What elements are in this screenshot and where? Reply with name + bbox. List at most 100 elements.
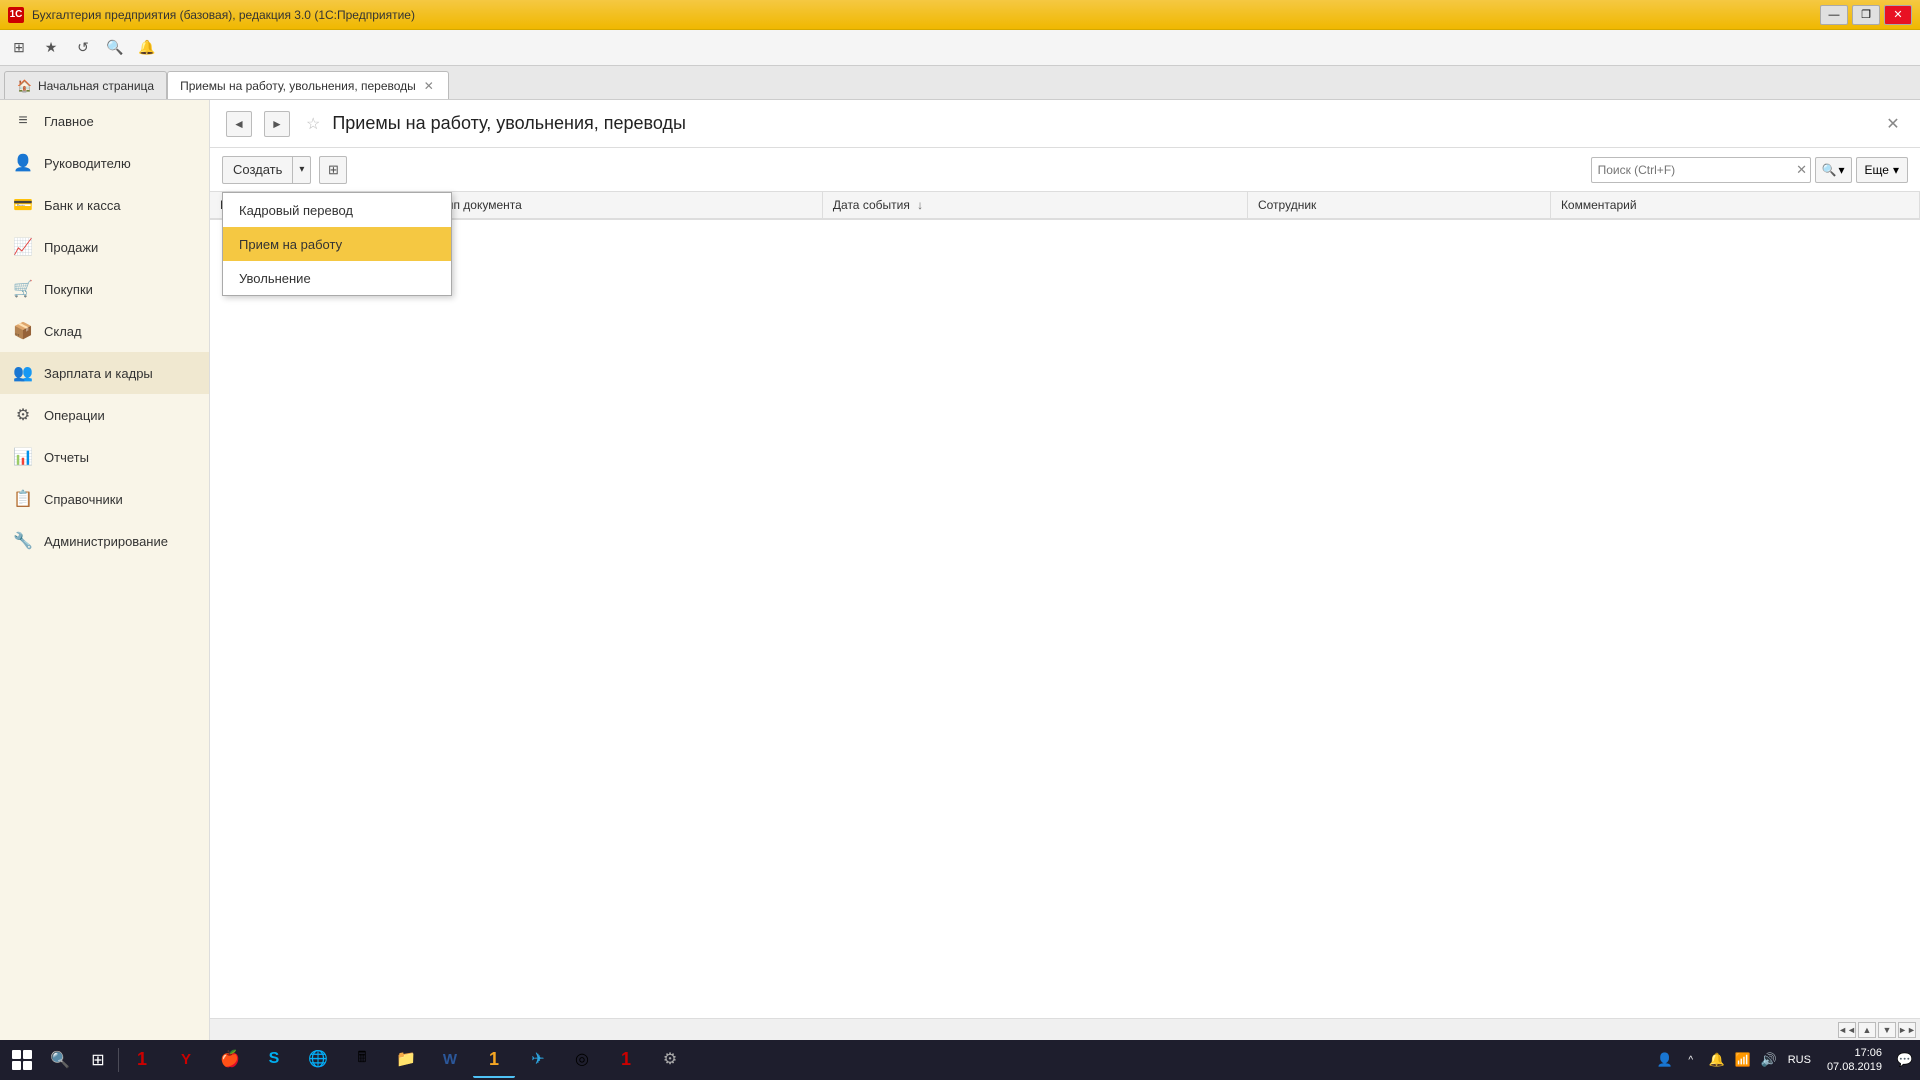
favorite-star[interactable]: ☆ [306, 114, 320, 134]
language-button[interactable]: RUS [1784, 1052, 1815, 1068]
sidebar-item-pokupki[interactable]: 🛒 Покупки [0, 268, 209, 310]
back-button[interactable]: ◄ [226, 111, 252, 137]
app-icon-yandex: Y [181, 1051, 191, 1068]
taskbar-app-1c-orange[interactable]: 1 [473, 1042, 515, 1078]
reports-icon: 📊 [12, 446, 34, 468]
sidebar-label-zarplata: Зарплата и кадры [44, 366, 153, 381]
sidebar-label-pokupki: Покупки [44, 282, 93, 297]
task-view-button[interactable]: ⊞ [80, 1042, 116, 1078]
tray-bell-icon[interactable]: 🔔 [1706, 1049, 1728, 1071]
notification-button[interactable]: 💬 [1894, 1049, 1916, 1071]
app-icon-telegram: ✈ [531, 1049, 544, 1069]
clock[interactable]: 17:06 07.08.2019 [1819, 1046, 1890, 1075]
clock-time: 17:06 [1827, 1046, 1882, 1060]
bell-button[interactable]: 🔔 [132, 34, 162, 62]
tab-close-button[interactable]: ✕ [422, 79, 436, 93]
taskbar-app-browser[interactable]: 🌐 [297, 1042, 339, 1078]
tab-docs[interactable]: Приемы на работу, увольнения, переводы ✕ [167, 71, 449, 99]
search-clear-button[interactable]: ✕ [1793, 161, 1811, 179]
tab-home[interactable]: 🏠 Начальная страница [4, 71, 167, 99]
sidebar-item-administrirovanie[interactable]: 🔧 Администрирование [0, 520, 209, 562]
close-page-button[interactable]: ✕ [1882, 113, 1904, 135]
sidebar-item-otchety[interactable]: 📊 Отчеты [0, 436, 209, 478]
sidebar-item-rukovoditelyu[interactable]: 👤 Руководителю [0, 142, 209, 184]
scroll-last-button[interactable]: ►► [1898, 1022, 1916, 1038]
dropdown-item-kadroviy-perevod[interactable]: Кадровый перевод [223, 193, 451, 227]
app-icon-skype: S [269, 1050, 280, 1068]
create-button-main[interactable]: Создать [223, 157, 293, 183]
taskbar: 🔍 ⊞ 1 Y 🍎 S 🌐 🖩 📁 W 1 ✈ ◎ 1 ⚙ 👤 ^ 🔔 [0, 1040, 1920, 1080]
taskbar-app-settings[interactable]: ⚙ [649, 1042, 691, 1078]
scroll-first-button[interactable]: ◄◄ [1838, 1022, 1856, 1038]
search-button[interactable]: 🔍 [100, 34, 130, 62]
taskbar-app-calc[interactable]: 🖩 [341, 1042, 383, 1078]
apps-grid-button[interactable]: ⊞ [4, 34, 34, 62]
minimize-button[interactable]: — [1820, 5, 1848, 25]
taskbar-app-skype[interactable]: S [253, 1042, 295, 1078]
title-bar-controls: — ❐ ✕ [1820, 5, 1912, 25]
search-area: ✕ 🔍 ▾ Еще ▾ [1591, 157, 1908, 183]
sidebar-item-zarplata[interactable]: 👥 Зарплата и кадры [0, 352, 209, 394]
taskbar-app-files[interactable]: 📁 [385, 1042, 427, 1078]
forward-button[interactable]: ► [264, 111, 290, 137]
taskbar-app-apple[interactable]: 🍎 [209, 1042, 251, 1078]
search-go-icon: 🔍 [1822, 163, 1837, 177]
sidebar-label-glavnoe: Главное [44, 114, 94, 129]
scroll-controls: ◄◄ ▲ ▼ ►► [210, 1018, 1920, 1040]
col-kommentariy: Комментарий [1550, 192, 1919, 219]
sidebar-item-sklad[interactable]: 📦 Склад [0, 310, 209, 352]
scroll-next-button[interactable]: ▼ [1878, 1022, 1896, 1038]
sidebar-item-bank[interactable]: 💳 Банк и касса [0, 184, 209, 226]
page-title: Приемы на работу, увольнения, переводы [332, 113, 1870, 134]
scroll-prev-button[interactable]: ▲ [1858, 1022, 1876, 1038]
tray-volume-icon[interactable]: 🔊 [1758, 1049, 1780, 1071]
sidebar-item-glavnoe[interactable]: ≡ Главное [0, 100, 209, 142]
taskbar-app-1c-alt[interactable]: 1 [605, 1042, 647, 1078]
create-dropdown-menu: Кадровый перевод Прием на работу Увольне… [222, 192, 452, 296]
taskbar-app-chrome[interactable]: ◎ [561, 1042, 603, 1078]
search-taskbar-button[interactable]: 🔍 [42, 1042, 78, 1078]
more-button[interactable]: Еще ▾ [1856, 157, 1908, 183]
col-sotrudnik: Сотрудник [1247, 192, 1550, 219]
history-button[interactable]: ↺ [68, 34, 98, 62]
dropdown-item-priem-na-rabotu[interactable]: Прием на работу [223, 227, 451, 261]
sidebar-label-sklad: Склад [44, 324, 82, 339]
start-button[interactable] [4, 1042, 40, 1078]
tray-chevron-icon[interactable]: ^ [1680, 1049, 1702, 1071]
app-icon: 1C [8, 7, 24, 23]
create-button[interactable]: Создать ▾ [222, 156, 311, 184]
sidebar-item-operacii[interactable]: ⚙ Операции [0, 394, 209, 436]
sales-icon: 📈 [12, 236, 34, 258]
close-button[interactable]: ✕ [1884, 5, 1912, 25]
taskbar-app-1c-red[interactable]: 1 [121, 1042, 163, 1078]
app-icon-browser: 🌐 [308, 1049, 328, 1069]
dropdown-item-uvolnenie[interactable]: Увольнение [223, 261, 451, 295]
favorites-button[interactable]: ★ [36, 34, 66, 62]
operations-icon: ⚙ [12, 404, 34, 426]
taskbar-app-telegram[interactable]: ✈ [517, 1042, 559, 1078]
tab-bar: 🏠 Начальная страница Приемы на работу, у… [0, 66, 1920, 100]
sidebar-label-administrirovanie: Администрирование [44, 534, 168, 549]
col-data-sobytia[interactable]: Дата события ↓ [822, 192, 1247, 219]
app-icon-files: 📁 [396, 1049, 416, 1069]
tray-network-icon[interactable]: 📶 [1732, 1049, 1754, 1071]
taskbar-app-word[interactable]: W [429, 1042, 471, 1078]
app-icon-settings: ⚙ [663, 1049, 677, 1069]
create-button-arrow[interactable]: ▾ [293, 157, 310, 183]
main-layout: ≡ Главное 👤 Руководителю 💳 Банк и касса … [0, 100, 1920, 1040]
search-input[interactable] [1591, 157, 1811, 183]
table-header-row: Номер Тип документа Дата события ↓ Сотру… [210, 192, 1920, 219]
sort-arrow-icon: ↓ [917, 198, 923, 212]
windows-logo [12, 1050, 32, 1070]
app-icon-1c-alt: 1 [621, 1049, 631, 1070]
copy-button[interactable]: ⊞ [319, 156, 347, 184]
taskbar-app-yandex[interactable]: Y [165, 1042, 207, 1078]
sidebar-item-spravochniki[interactable]: 📋 Справочники [0, 478, 209, 520]
search-go-button[interactable]: 🔍 ▾ [1815, 157, 1852, 183]
sidebar-item-prodazhi[interactable]: 📈 Продажи [0, 226, 209, 268]
reference-icon: 📋 [12, 488, 34, 510]
tab-home-label: Начальная страница [38, 79, 154, 93]
tray-people-icon[interactable]: 👤 [1654, 1049, 1676, 1071]
tray: 👤 ^ 🔔 📶 🔊 RUS 17:06 07.08.2019 💬 [1654, 1046, 1916, 1075]
restore-button[interactable]: ❐ [1852, 5, 1880, 25]
